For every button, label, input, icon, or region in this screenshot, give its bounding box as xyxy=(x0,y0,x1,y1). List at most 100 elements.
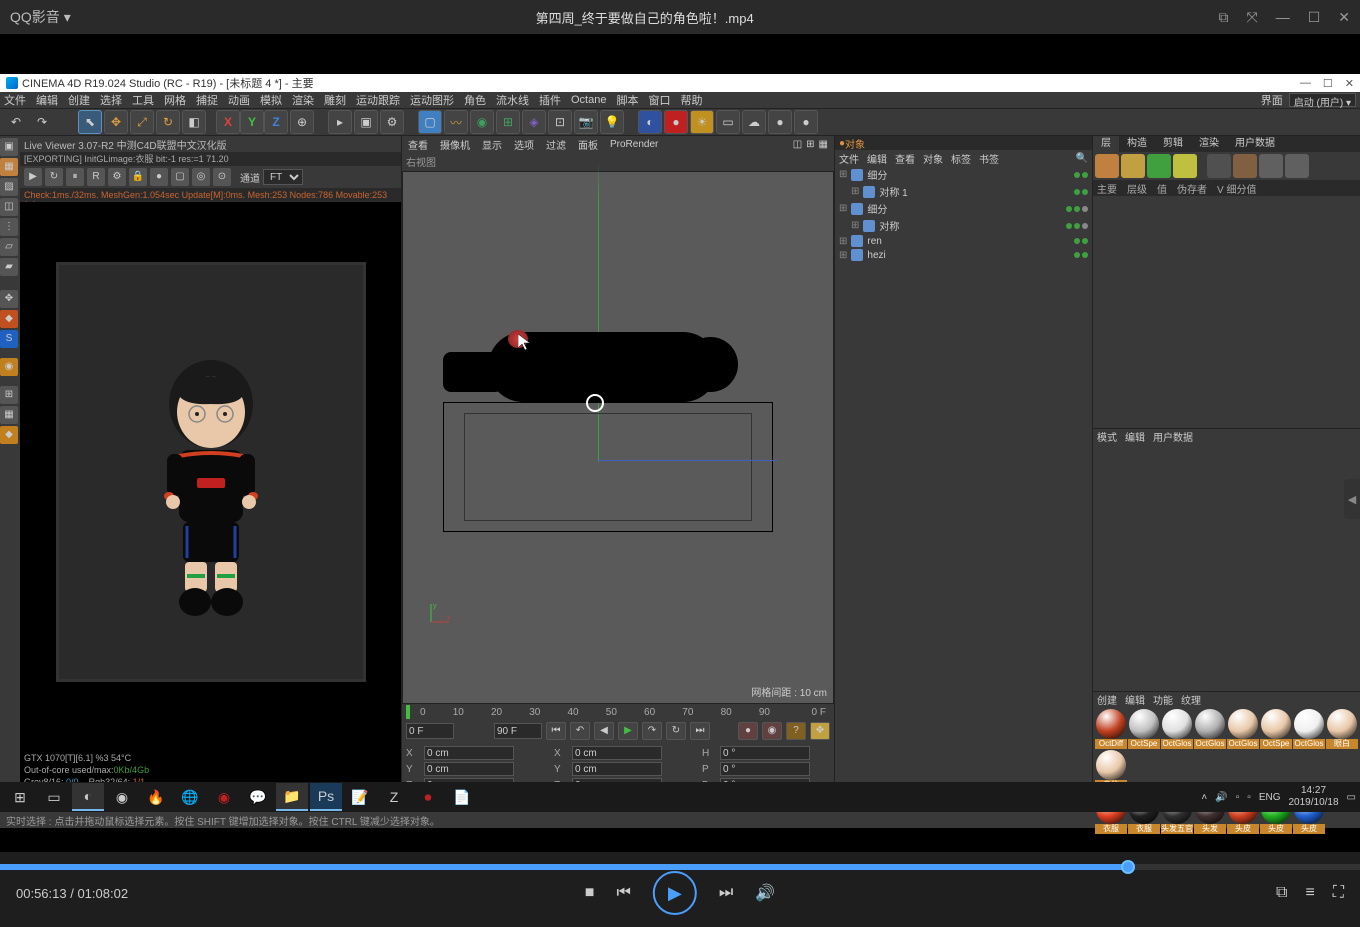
menu-item[interactable]: 运动跟踪 xyxy=(356,92,400,108)
tray-sync-icon[interactable]: ▫ xyxy=(1236,792,1240,803)
obj-menu-item[interactable]: 文件 xyxy=(839,151,859,166)
timeline-end-field[interactable] xyxy=(494,723,542,739)
lv-lock[interactable]: 🔒 xyxy=(129,168,147,186)
texture-mode[interactable]: ▨ xyxy=(0,178,18,196)
axis-x-button[interactable]: X xyxy=(216,110,240,134)
menu-item[interactable]: 帮助 xyxy=(680,92,702,108)
attr-tab[interactable]: 用户数据 xyxy=(1227,136,1283,152)
lv-stop[interactable]: R xyxy=(87,168,105,186)
taskbar-ps[interactable]: Ps xyxy=(310,783,342,811)
cube-primitive[interactable]: ▢ xyxy=(418,110,442,134)
menu-item[interactable]: 文件 xyxy=(4,92,26,108)
axis-mode[interactable]: ✥ xyxy=(0,290,18,308)
autokey[interactable]: ◉ xyxy=(762,722,782,740)
object-tree[interactable]: ⊞细分⊞对称 1⊞细分⊞对称⊞ren⊞hezi xyxy=(835,166,1092,812)
deformer-tool[interactable]: ◈ xyxy=(522,110,546,134)
attr-tab[interactable]: 构造 xyxy=(1119,136,1155,152)
material-swatch[interactable]: 眼白 xyxy=(1326,709,1358,749)
pos-y[interactable] xyxy=(424,762,514,776)
c4d-minimize-icon[interactable]: — xyxy=(1300,77,1311,90)
array-tool[interactable]: ⊞ xyxy=(496,110,520,134)
viewport[interactable]: yx 网格间距 : 10 cm xyxy=(402,171,834,704)
mode-tab[interactable]: 模式 xyxy=(1097,429,1117,444)
channel-select[interactable]: FT xyxy=(263,169,303,185)
planar-workplane[interactable]: ▦ xyxy=(0,406,18,424)
search-icon[interactable]: 🔍 xyxy=(1076,153,1088,164)
menu-item[interactable]: 流水线 xyxy=(496,92,529,108)
loop-toggle[interactable]: ↻ xyxy=(666,722,686,740)
attr-tab[interactable]: 剪辑 xyxy=(1155,136,1191,152)
mode-tab[interactable]: 编辑 xyxy=(1125,429,1145,444)
size-x[interactable] xyxy=(572,746,662,760)
lv-refresh[interactable]: ↻ xyxy=(45,168,63,186)
select-tool[interactable]: ⬉ xyxy=(78,110,102,134)
maximize-icon[interactable]: ☐ xyxy=(1308,9,1321,26)
camera-tool[interactable]: 📷 xyxy=(574,110,598,134)
octane-cloud[interactable]: ☁ xyxy=(742,110,766,134)
vp-menu-item[interactable]: 面板 xyxy=(578,137,598,152)
go-end[interactable]: ⏭ xyxy=(690,722,710,740)
render-settings-button[interactable]: ⚙ xyxy=(380,110,404,134)
app-logo[interactable]: QQ影音 ▾ xyxy=(10,7,71,27)
vp-menu-item[interactable]: 显示 xyxy=(482,137,502,152)
rot-p[interactable] xyxy=(720,762,810,776)
taskbar-chrome[interactable]: 🌐 xyxy=(174,783,206,811)
progress-bar[interactable] xyxy=(0,864,1360,870)
stop-button[interactable]: ■ xyxy=(585,884,595,902)
taskbar-app11[interactable]: 📄 xyxy=(446,783,478,811)
side-expand-tab[interactable]: ◀ xyxy=(1344,479,1360,519)
size-y[interactable] xyxy=(572,762,662,776)
volume-button[interactable]: 🔊 xyxy=(755,883,775,903)
taskbar-explorer[interactable]: 📁 xyxy=(276,783,308,811)
lv-start[interactable]: ▶ xyxy=(24,168,42,186)
material-menu-item[interactable]: 编辑 xyxy=(1125,692,1145,707)
vp-btn[interactable]: ▦ xyxy=(819,139,828,150)
lv-region[interactable]: ▢ xyxy=(171,168,189,186)
timeline[interactable]: 0102030405060708090 0 F xyxy=(402,704,834,720)
menu-item[interactable]: 模拟 xyxy=(260,92,282,108)
render-region-button[interactable]: ▣ xyxy=(354,110,378,134)
material-menu-item[interactable]: 功能 xyxy=(1153,692,1173,707)
keyframe-sel[interactable]: ? xyxy=(786,722,806,740)
object-row[interactable]: ⊞ren xyxy=(835,234,1092,248)
material-swatch[interactable]: OctDiff xyxy=(1095,709,1127,749)
render-view-button[interactable]: ▸ xyxy=(328,110,352,134)
layer-icon-3[interactable] xyxy=(1147,154,1171,178)
taskbar-app2[interactable]: ◉ xyxy=(106,783,138,811)
next-button[interactable]: ⏭ xyxy=(719,884,733,902)
menu-item[interactable]: 脚本 xyxy=(616,92,638,108)
vp-menu-item[interactable]: 过滤 xyxy=(546,137,566,152)
redo-button[interactable]: ↷ xyxy=(30,110,54,134)
close-icon[interactable]: ✕ xyxy=(1338,9,1350,26)
menu-item[interactable]: 窗口 xyxy=(648,92,670,108)
step-back[interactable]: ↶ xyxy=(570,722,590,740)
taskbar-app3[interactable]: 🔥 xyxy=(140,783,172,811)
menu-item[interactable]: 渲染 xyxy=(292,92,314,108)
material-swatch[interactable]: OctSpe xyxy=(1128,709,1160,749)
taskbar-wechat[interactable]: 💬 xyxy=(242,783,274,811)
snapshot-button[interactable]: ⧉ xyxy=(1276,884,1287,902)
play-back[interactable]: ◀ xyxy=(594,722,614,740)
c4d-close-icon[interactable]: ✕ xyxy=(1345,77,1354,90)
octane-render-button[interactable]: ● xyxy=(664,110,688,134)
octane-sphere2[interactable]: ● xyxy=(794,110,818,134)
start-button[interactable]: ⊞ xyxy=(4,783,36,811)
minimize-icon[interactable]: — xyxy=(1276,9,1290,26)
pin-icon[interactable]: ⤧ xyxy=(1247,9,1258,26)
model-mode[interactable]: ▦ xyxy=(0,158,18,176)
light-tool[interactable]: 💡 xyxy=(600,110,624,134)
lv-focus[interactable]: ◎ xyxy=(192,168,210,186)
move-tool[interactable]: ✥ xyxy=(104,110,128,134)
task-view[interactable]: ▭ xyxy=(38,783,70,811)
taskbar-record[interactable]: ⏺ xyxy=(412,783,444,811)
layer-icon-7[interactable] xyxy=(1259,154,1283,178)
obj-menu-item[interactable]: 编辑 xyxy=(867,151,887,166)
object-row[interactable]: ⊞细分 xyxy=(835,200,1092,217)
tray-expand[interactable]: ˄ xyxy=(1201,792,1207,803)
playlist-button[interactable]: ≡ xyxy=(1305,884,1314,902)
menu-item[interactable]: 选择 xyxy=(100,92,122,108)
play-forward[interactable]: ▶ xyxy=(618,722,638,740)
mode-tab[interactable]: 用户数据 xyxy=(1153,429,1193,444)
taskbar-netease[interactable]: ◉ xyxy=(208,783,240,811)
step-forward[interactable]: ↷ xyxy=(642,722,662,740)
